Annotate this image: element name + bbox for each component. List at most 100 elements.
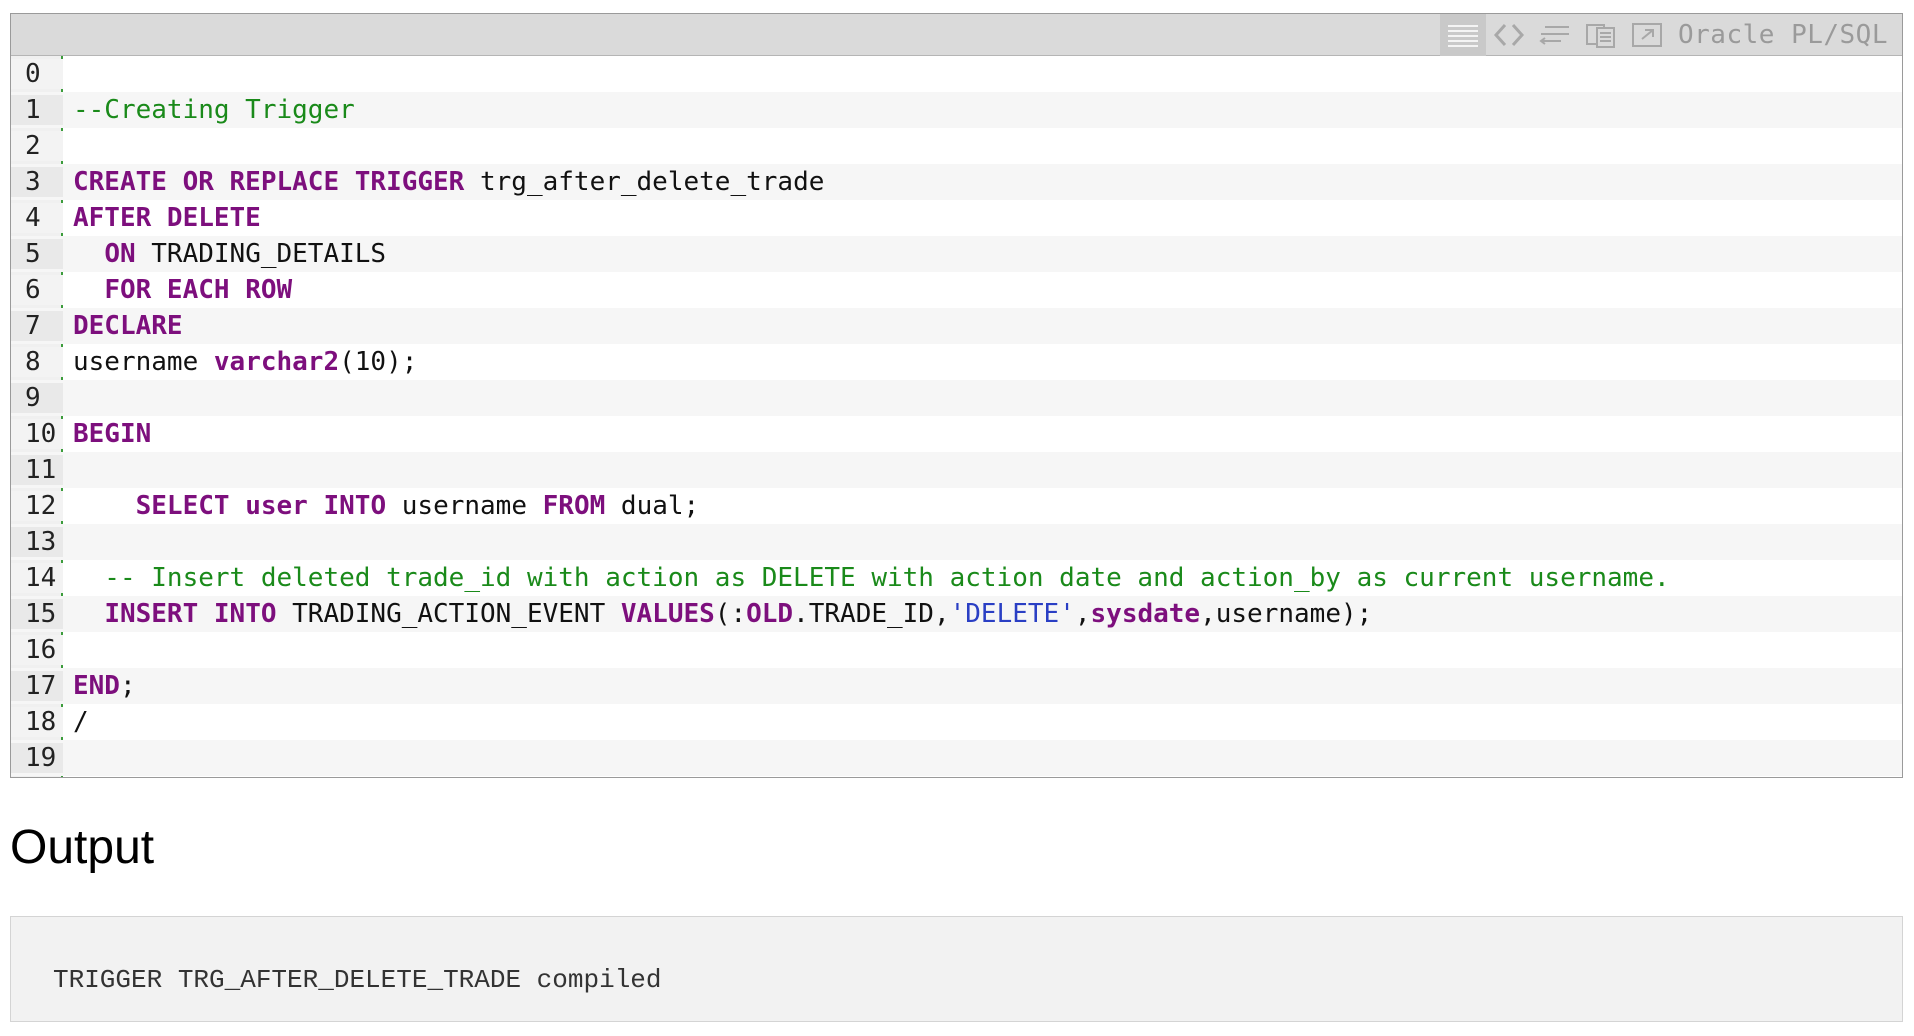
code-line: 4 AFTER DELETE xyxy=(11,200,1902,236)
keyword-token: VALUES xyxy=(620,599,715,629)
line-number: 2 xyxy=(11,131,63,161)
line-text: ON TRADING_DETAILS xyxy=(63,239,386,269)
line-number: 17 xyxy=(11,671,63,701)
code-line: 0 xyxy=(11,56,1902,92)
text-token: trg_after_delete_trade xyxy=(464,167,825,197)
code-line: 17 END; xyxy=(11,668,1902,704)
code-line: 5 ON TRADING_DETAILS xyxy=(11,236,1902,272)
code-body: 0 1 --Creating Trigger 2 3 CREATE OR REPLACE … xyxy=(11,56,1902,777)
output-heading: Output xyxy=(10,821,155,874)
code-line: 8 username varchar2(10); xyxy=(11,344,1902,380)
line-number: 1 xyxy=(11,95,63,125)
code-line: 16 xyxy=(11,632,1902,668)
line-number: 3 xyxy=(11,167,63,197)
text-token: ; xyxy=(119,671,136,701)
line-number: 12 xyxy=(11,491,63,521)
code-line: 14 -- Insert deleted trade_id with actio… xyxy=(11,560,1902,596)
text-token: TRADING_DETAILS xyxy=(135,239,387,269)
keyword-token: ON xyxy=(104,239,136,269)
code-toolbar: Oracle PL/SQL xyxy=(11,13,1902,56)
line-text: END; xyxy=(63,671,136,701)
line-number: 13 xyxy=(11,527,63,557)
line-text: --Creating Trigger xyxy=(63,95,355,125)
text-token: ,username); xyxy=(1200,599,1373,629)
keyword-token: SELECT xyxy=(135,491,230,521)
keyword-token: FROM xyxy=(542,491,606,521)
text-token: .TRADE_ID, xyxy=(793,599,950,629)
code-line: 6 FOR EACH ROW xyxy=(11,272,1902,308)
keyword-token: CREATE OR REPLACE TRIGGER xyxy=(73,167,465,197)
keyword-token: AFTER DELETE xyxy=(73,203,261,233)
keyword-token: sysdate xyxy=(1090,599,1201,629)
keyword-token: BEGIN xyxy=(73,419,152,449)
output-box: TRIGGER TRG_AFTER_DELETE_TRADE compiled xyxy=(10,916,1903,1022)
text-token: , xyxy=(1074,599,1091,629)
code-line: 1 --Creating Trigger xyxy=(11,92,1902,128)
view-lines-icon xyxy=(1448,24,1478,47)
line-text: SELECT user INTO username FROM dual; xyxy=(63,491,700,521)
code-lines: 0 1 --Creating Trigger 2 3 CREATE OR REPLACE … xyxy=(11,56,1902,776)
string-token: 'DELETE' xyxy=(949,599,1075,629)
view-source-button[interactable] xyxy=(1486,14,1532,56)
code-line: 3 CREATE OR REPLACE TRIGGER trg_after_del… xyxy=(11,164,1902,200)
code-line: 18 / xyxy=(11,704,1902,740)
code-line: 19 xyxy=(11,740,1902,776)
line-text: / xyxy=(63,707,89,737)
line-text: AFTER DELETE xyxy=(63,203,261,233)
line-number: 14 xyxy=(11,563,63,593)
comment-token: --Creating Trigger xyxy=(73,95,355,125)
text-token: (: xyxy=(714,599,747,629)
line-number: 18 xyxy=(11,707,63,737)
keyword-token: FOR EACH ROW xyxy=(104,275,293,305)
code-line: 12 SELECT user INTO username FROM dual; xyxy=(11,488,1902,524)
text-token: (10); xyxy=(339,347,418,377)
line-text: INSERT INTO TRADING_ACTION_EVENT VALUES(… xyxy=(63,599,1372,629)
language-label: Oracle PL/SQL xyxy=(1678,19,1888,50)
line-text: -- Insert deleted trade_id with action a… xyxy=(63,563,1670,593)
text-token: username xyxy=(73,347,214,377)
view-lines-button[interactable] xyxy=(1440,13,1486,56)
line-number: 9 xyxy=(11,383,63,413)
keyword-token: INSERT INTO xyxy=(104,599,277,629)
code-line: 7 DECLARE xyxy=(11,308,1902,344)
popout-icon xyxy=(1632,22,1662,47)
line-number: 5 xyxy=(11,239,63,269)
keyword-token: user xyxy=(245,491,308,521)
line-number: 15 xyxy=(11,599,63,629)
line-number: 8 xyxy=(11,347,63,377)
code-line: 2 xyxy=(11,128,1902,164)
line-text: DECLARE xyxy=(63,311,183,341)
line-text: CREATE OR REPLACE TRIGGER trg_after_dele… xyxy=(63,167,824,197)
copy-button[interactable] xyxy=(1578,14,1624,56)
line-text: FOR EACH ROW xyxy=(63,275,292,305)
code-line: 13 xyxy=(11,524,1902,560)
code-line: 11 xyxy=(11,452,1902,488)
code-line: 10 BEGIN xyxy=(11,416,1902,452)
text-token: / xyxy=(73,707,89,737)
code-line: 15 INSERT INTO TRADING_ACTION_EVENT VALU… xyxy=(11,596,1902,632)
output-text: TRIGGER TRG_AFTER_DELETE_TRADE compiled xyxy=(53,965,662,995)
keyword-token: INTO xyxy=(323,491,387,521)
copy-icon xyxy=(1586,23,1615,48)
keyword-token: DECLARE xyxy=(73,311,183,341)
wrap-lines-button[interactable] xyxy=(1532,14,1578,56)
code-icon xyxy=(1493,23,1525,46)
line-number: 16 xyxy=(11,635,63,665)
keyword-token: varchar2 xyxy=(213,347,340,377)
code-line: 9 xyxy=(11,380,1902,416)
line-number: 19 xyxy=(11,743,63,773)
popout-button[interactable] xyxy=(1624,14,1670,56)
code-block: Oracle PL/SQL 0 1 --Creating Trigger 2 3 CREA… xyxy=(10,13,1903,778)
text-token: dual; xyxy=(605,491,700,521)
keyword-token: OLD xyxy=(746,599,794,629)
line-number: 6 xyxy=(11,275,63,305)
line-text: username varchar2(10); xyxy=(63,347,417,377)
comment-token: -- Insert deleted trade_id with action a… xyxy=(73,563,1670,593)
line-number: 11 xyxy=(11,455,63,485)
line-number: 0 xyxy=(11,59,63,89)
